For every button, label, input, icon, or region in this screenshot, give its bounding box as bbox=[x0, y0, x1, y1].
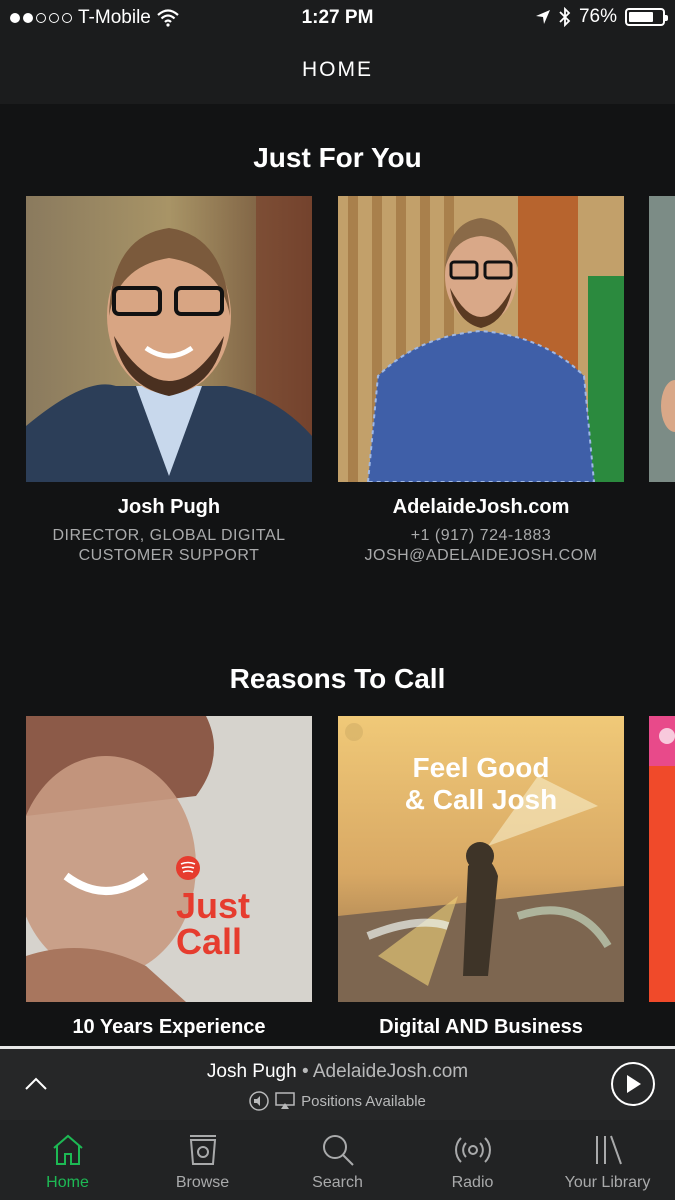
card-peek[interactable] bbox=[649, 196, 675, 482]
status-bar: T-Mobile 1:27 PM 76% bbox=[0, 0, 675, 36]
carrier-area: T-Mobile bbox=[10, 7, 179, 29]
location-arrow-icon bbox=[535, 10, 550, 24]
tab-your-library[interactable]: Your Library bbox=[540, 1120, 675, 1200]
track-artist: AdelaideJosh.com bbox=[312, 1061, 469, 1082]
card-subtitle-line1: DIRECTOR, GLOBAL DIGITAL bbox=[52, 527, 286, 544]
card-image-playlist[interactable]: Feel Good & Call Josh bbox=[338, 716, 624, 1002]
search-icon bbox=[322, 1135, 354, 1166]
tab-label: Search bbox=[312, 1174, 363, 1191]
card-image-portrait[interactable] bbox=[26, 196, 312, 482]
tab-browse[interactable]: Browse bbox=[135, 1120, 270, 1200]
art-line-2: Call bbox=[176, 921, 243, 962]
track-title: Josh Pugh bbox=[206, 1061, 297, 1082]
playlist-art-title: Feel Good & Call Josh bbox=[338, 752, 624, 816]
section-title-just-for-you: Just For You bbox=[253, 142, 422, 173]
speaker-icon bbox=[249, 1091, 269, 1111]
now-playing-title-line[interactable]: Josh Pugh • AdelaideJosh.com bbox=[0, 1061, 675, 1083]
library-icon bbox=[595, 1135, 622, 1165]
art-line-1: Feel Good bbox=[412, 752, 550, 783]
radio-icon bbox=[454, 1137, 491, 1163]
card-name: AdelaideJosh.com bbox=[392, 496, 570, 518]
device-line[interactable]: Positions Available bbox=[0, 1091, 675, 1111]
page-title: HOME bbox=[0, 36, 675, 104]
battery-icon bbox=[625, 8, 668, 26]
card-image-playlist[interactable]: Just Call bbox=[26, 716, 312, 1002]
card-name: Digital AND Business bbox=[379, 1016, 583, 1038]
wifi-icon bbox=[157, 9, 179, 27]
play-button[interactable] bbox=[611, 1062, 655, 1106]
signal-strength-icon bbox=[10, 13, 72, 23]
tab-label: Browse bbox=[175, 1174, 230, 1191]
section-title-reasons-to-call: Reasons To Call bbox=[229, 663, 446, 694]
tab-bar: Home Browse Search Radio Your Library bbox=[0, 1120, 675, 1200]
card-phone[interactable]: +1 (917) 724-1883 bbox=[331, 525, 631, 546]
tab-label: Your Library bbox=[564, 1174, 651, 1191]
card-email[interactable]: JOSH@ADELAIDEJOSH.COM bbox=[331, 545, 631, 566]
play-icon bbox=[627, 1075, 641, 1093]
device-label: Positions Available bbox=[301, 1092, 426, 1110]
tab-search[interactable]: Search bbox=[270, 1120, 405, 1200]
now-playing-bar[interactable]: Josh Pugh • AdelaideJosh.com Positions A… bbox=[0, 1046, 675, 1120]
home-icon bbox=[52, 1134, 83, 1165]
carrier-label: T-Mobile bbox=[78, 7, 151, 28]
status-right: 76% bbox=[535, 6, 668, 28]
playlist-art-title: Just Call bbox=[176, 888, 250, 960]
card-image-portrait[interactable] bbox=[338, 196, 624, 482]
browse-icon bbox=[189, 1135, 216, 1165]
separator-dot: • bbox=[296, 1061, 313, 1082]
battery-percent: 76% bbox=[578, 6, 617, 27]
airplay-icon bbox=[275, 1092, 295, 1109]
card-name: 10 Years Experience bbox=[72, 1016, 266, 1038]
art-line-2: & Call Josh bbox=[404, 784, 558, 815]
tab-radio[interactable]: Radio bbox=[405, 1120, 540, 1200]
card-peek[interactable] bbox=[649, 716, 675, 1002]
art-line-1: Just bbox=[176, 885, 251, 926]
tab-home[interactable]: Home bbox=[0, 1120, 135, 1200]
bluetooth-icon bbox=[559, 7, 571, 27]
card-name: Josh Pugh bbox=[117, 496, 221, 518]
tab-label: Radio bbox=[451, 1174, 494, 1191]
tab-label: Home bbox=[46, 1174, 89, 1191]
card-subtitle-line2: CUSTOMER SUPPORT bbox=[78, 547, 260, 564]
